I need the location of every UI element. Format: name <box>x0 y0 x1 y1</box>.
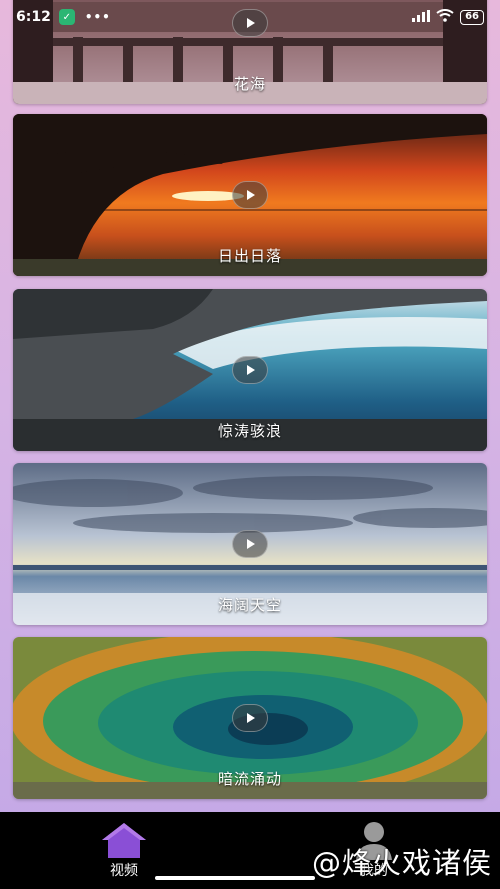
home-icon <box>100 820 148 860</box>
tab-video[interactable]: 视频 <box>84 820 164 880</box>
video-card[interactable]: 日出日落 <box>13 114 487 276</box>
play-icon <box>247 365 255 375</box>
wifi-icon <box>436 9 454 25</box>
watermark: @烽火戏诸侯 <box>311 846 492 880</box>
video-card[interactable]: 惊涛骇浪 <box>13 289 487 451</box>
play-button[interactable] <box>232 704 268 732</box>
more-notifications-icon: ••• <box>84 10 111 24</box>
battery-indicator: 66 <box>460 9 484 25</box>
video-title: 暗流涌动 <box>217 770 282 788</box>
video-title: 惊涛骇浪 <box>217 422 282 440</box>
status-time: 6:12 <box>16 9 51 25</box>
app-notification-icon: ✓ <box>58 9 75 25</box>
play-icon <box>247 190 255 200</box>
status-bar: 6:12 ✓ ••• 66 <box>0 0 500 34</box>
play-icon <box>247 713 255 723</box>
tab-label: 视频 <box>110 863 138 879</box>
video-title: 海阔天空 <box>217 596 282 614</box>
play-button[interactable] <box>232 181 268 209</box>
play-button[interactable] <box>232 530 268 558</box>
video-title: 花海 <box>233 75 266 93</box>
home-indicator[interactable] <box>155 876 315 880</box>
video-card[interactable]: 海阔天空 <box>13 463 487 625</box>
play-icon <box>247 539 255 549</box>
play-button[interactable] <box>232 356 268 384</box>
video-title: 日出日落 <box>217 247 282 265</box>
video-card[interactable]: 暗流涌动 <box>13 637 487 799</box>
signal-icon <box>412 9 431 25</box>
